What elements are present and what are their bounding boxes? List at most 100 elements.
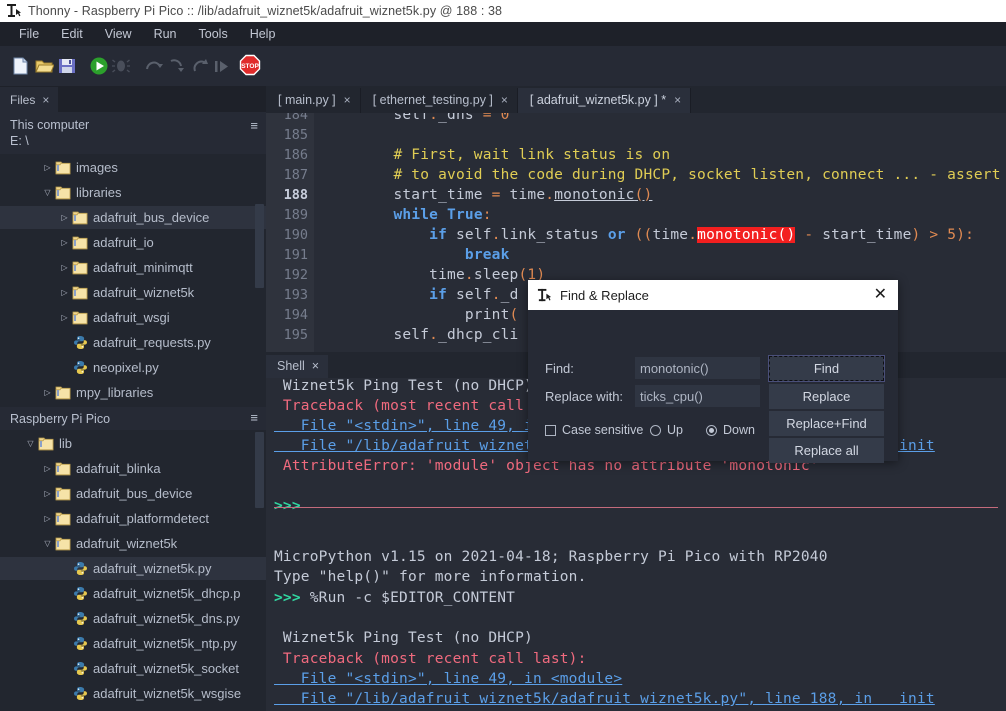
menu-item-help[interactable]: Help	[239, 25, 287, 43]
tree-item-label: adafruit_wiznet5k	[93, 285, 194, 300]
code-line: self._dns = 0	[322, 113, 510, 123]
line-number: 184	[284, 113, 308, 123]
close-icon[interactable]: ×	[344, 93, 351, 107]
tab-shell[interactable]: Shell ×	[266, 355, 328, 378]
chevron-down-icon[interactable]: ▽	[42, 188, 53, 197]
tree-item[interactable]: ▷adafruit_wsgi	[0, 306, 266, 329]
tree-item-label: neopixel.py	[93, 360, 159, 375]
tree-item[interactable]: neopixel.py	[0, 356, 266, 379]
menu-item-view[interactable]: View	[94, 25, 143, 43]
files-tree[interactable]: ▷mpy_libraries neopixel.py adafruit_reques…	[0, 154, 266, 407]
case-sensitive-checkbox[interactable]: Case sensitive	[545, 423, 643, 437]
run-icon[interactable]	[89, 56, 109, 76]
close-icon[interactable]: ×	[501, 93, 508, 107]
files-tree-scrollbar[interactable]	[255, 204, 264, 288]
replace-button[interactable]: Replace	[769, 384, 884, 409]
tree-item[interactable]: ▷ adafruit_wiznet5k	[0, 281, 266, 304]
tree-item[interactable]: adafruit_wiznet5k_wsgise	[0, 682, 266, 705]
tree-item[interactable]: ▷adafruit_io	[0, 231, 266, 254]
chevron-right-icon[interactable]: ▷	[42, 514, 53, 523]
find-input[interactable]	[635, 357, 760, 379]
tree-item[interactable]: ▷adafruit_bus_device	[0, 206, 266, 229]
replace-all-button[interactable]: Replace all	[769, 438, 884, 463]
chevron-right-icon[interactable]: ▷	[42, 388, 53, 397]
folder-icon	[72, 235, 88, 250]
menu-item-tools[interactable]: Tools	[188, 25, 239, 43]
tree-item[interactable]: ▷adafruit_bus_device	[0, 482, 266, 505]
chevron-right-icon[interactable]: ▷	[59, 263, 70, 272]
tree-item-label: adafruit_wiznet5k_dhcp.p	[93, 586, 240, 601]
editor-tab[interactable]: [ main.py ]×	[266, 88, 361, 113]
tree-item[interactable]: ▷adafruit_platformdetect	[0, 507, 266, 530]
new-file-icon[interactable]	[11, 56, 31, 76]
pico-tree-scrollbar[interactable]	[255, 432, 264, 508]
chevron-right-icon[interactable]: ▷	[42, 489, 53, 498]
close-icon[interactable]: ×	[42, 93, 49, 107]
menu-item-file[interactable]: File	[8, 25, 50, 43]
hamburger-icon[interactable]: ≡	[250, 410, 258, 425]
this-computer-header: This computer E: \ ≡	[0, 112, 266, 154]
close-icon[interactable]: ×	[312, 359, 319, 373]
replace-input[interactable]	[635, 385, 760, 407]
tab-files[interactable]: Files ×	[0, 87, 58, 112]
tree-item[interactable]: ▽adafruit_wiznet5k	[0, 532, 266, 555]
direction-down-radio[interactable]: Down	[706, 423, 755, 437]
chevron-right-icon[interactable]: ▷	[42, 464, 53, 473]
chevron-right-icon[interactable]: ▷	[59, 288, 70, 297]
this-computer-label: This computer	[10, 117, 256, 133]
shell-line: MicroPython v1.15 on 2021-04-18; Raspber…	[274, 549, 828, 565]
close-icon[interactable]: ×	[674, 93, 681, 107]
open-file-icon[interactable]	[34, 56, 54, 76]
chevron-right-icon[interactable]: ▷	[42, 163, 53, 172]
python-file-icon	[73, 686, 88, 701]
tree-item[interactable]: ▽ libraries	[0, 181, 266, 204]
direction-down-label: Down	[723, 423, 755, 437]
chevron-right-icon[interactable]: ▷	[59, 213, 70, 222]
tree-item[interactable]: ▽lib	[0, 432, 266, 455]
pico-tree[interactable]: adafruit_wiznet5k_wsgise adafruit_wiznet5…	[0, 430, 266, 711]
tree-item-label: adafruit_wiznet5k_socket	[93, 661, 239, 676]
chevron-right-icon[interactable]: ▷	[59, 313, 70, 322]
menu-item-edit[interactable]: Edit	[50, 25, 94, 43]
editor-tab[interactable]: [ adafruit_wiznet5k.py ] *×	[518, 88, 691, 113]
save-file-icon[interactable]	[57, 56, 77, 76]
tree-item[interactable]: ▷adafruit_blinka	[0, 457, 266, 480]
tree-item[interactable]: ▷mpy_libraries	[0, 381, 266, 404]
code-line: self._dhcp_cli	[322, 327, 518, 343]
chevron-down-icon[interactable]: ▽	[42, 539, 53, 548]
close-icon[interactable]: ✕	[871, 287, 890, 303]
tree-item[interactable]: ▷images	[0, 156, 266, 179]
code-line: while True:	[322, 207, 492, 223]
shell-line: File "<stdin>", line 49, in <module>	[274, 671, 622, 687]
line-number: 186	[284, 147, 308, 163]
shell-divider	[274, 507, 998, 508]
tree-item[interactable]: adafruit_requests.py	[0, 331, 266, 354]
tree-item[interactable]: adafruit_wiznet5k.py	[0, 557, 266, 580]
tree-item[interactable]: adafruit_wiznet5k_dns.py	[0, 607, 266, 630]
menu-item-run[interactable]: Run	[143, 25, 188, 43]
debug-icon[interactable]	[111, 56, 131, 76]
folder-icon	[55, 486, 71, 501]
tree-item[interactable]: ▷adafruit_minimqtt	[0, 256, 266, 279]
replace-find-button[interactable]: Replace+Find	[769, 411, 884, 436]
hamburger-icon[interactable]: ≡	[250, 118, 258, 134]
tree-item-label: adafruit_wiznet5k_wsgise	[93, 686, 241, 701]
tree-item[interactable]: adafruit_wiznet5k_ntp.py	[0, 632, 266, 655]
replace-label: Replace with:	[545, 389, 623, 404]
chevron-right-icon[interactable]: ▷	[59, 238, 70, 247]
line-number: 192	[284, 267, 308, 283]
tree-item[interactable]: adafruit_wiznet5k_socket	[0, 657, 266, 680]
tree-item-label: adafruit_wiznet5k_ntp.py	[93, 636, 237, 651]
chevron-down-icon[interactable]: ▽	[25, 439, 36, 448]
python-file-icon	[73, 586, 88, 601]
stop-icon[interactable]: STOP	[239, 54, 261, 76]
tree-item-label: libraries	[76, 185, 122, 200]
folder-icon	[55, 511, 71, 526]
python-file-icon	[73, 360, 88, 375]
direction-up-radio[interactable]: Up	[650, 423, 683, 437]
folder-icon	[72, 260, 88, 275]
find-button[interactable]: Find	[769, 356, 884, 381]
folder-icon	[38, 436, 54, 451]
editor-tab[interactable]: [ ethernet_testing.py ]×	[361, 88, 518, 113]
tree-item[interactable]: adafruit_wiznet5k_dhcp.p	[0, 582, 266, 605]
